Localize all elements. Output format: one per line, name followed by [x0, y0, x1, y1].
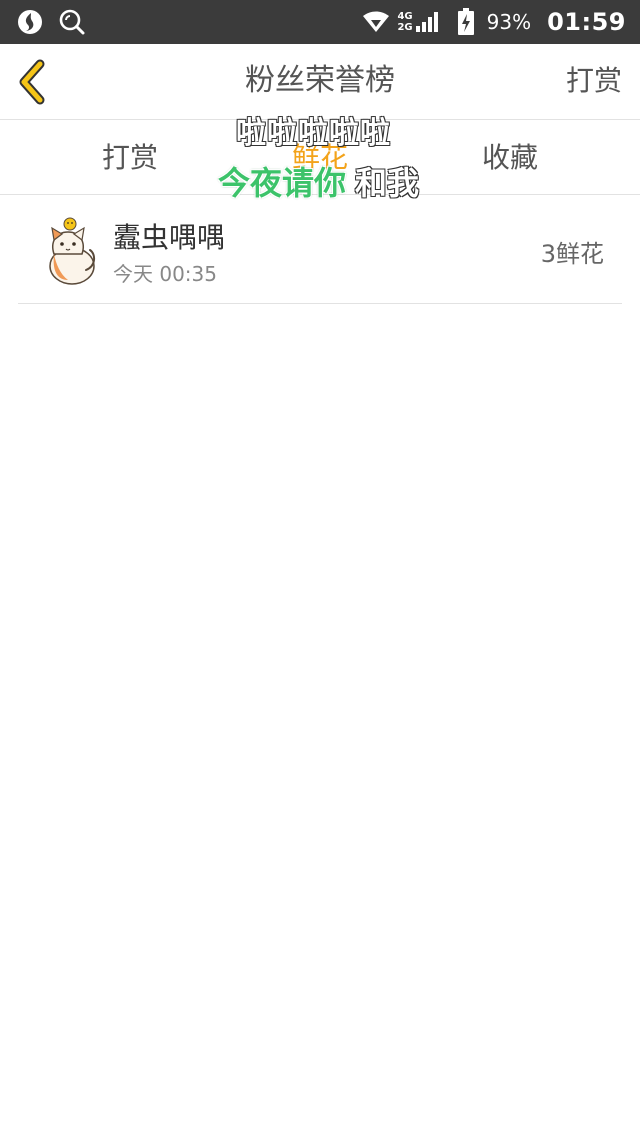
wifi-icon [363, 11, 390, 32]
battery-icon [457, 8, 474, 35]
chevron-left-icon [19, 59, 45, 105]
app-icon [18, 10, 42, 34]
status-bar: 4G 2G 93% 01:59 [0, 0, 640, 44]
reward-button[interactable]: 打赏 [566, 44, 622, 120]
back-button[interactable] [12, 58, 58, 106]
clock: 01:59 [547, 8, 626, 36]
tab-favorites[interactable]: 收藏 [430, 121, 590, 195]
lyric-overlay-line1: 啦啦啦啦啦 [236, 116, 391, 151]
battery-percent: 93% [486, 10, 532, 34]
timestamp: 今天 00:35 [113, 262, 217, 286]
user-name: 蠹虫喁喁 [113, 221, 226, 254]
search-icon [59, 9, 85, 35]
network-top-label: 4G [397, 11, 413, 22]
network-bottom-label: 2G [397, 22, 413, 33]
cat-avatar-icon [49, 217, 96, 285]
gift-amount: 3鲜花 [540, 240, 604, 268]
list-item[interactable]: 蠹虫喁喁 今天 00:35 3鲜花 [18, 196, 622, 304]
network-type: 4G 2G [397, 11, 412, 33]
signal-icon [415, 12, 438, 32]
tab-reward[interactable]: 打赏 [50, 121, 210, 195]
